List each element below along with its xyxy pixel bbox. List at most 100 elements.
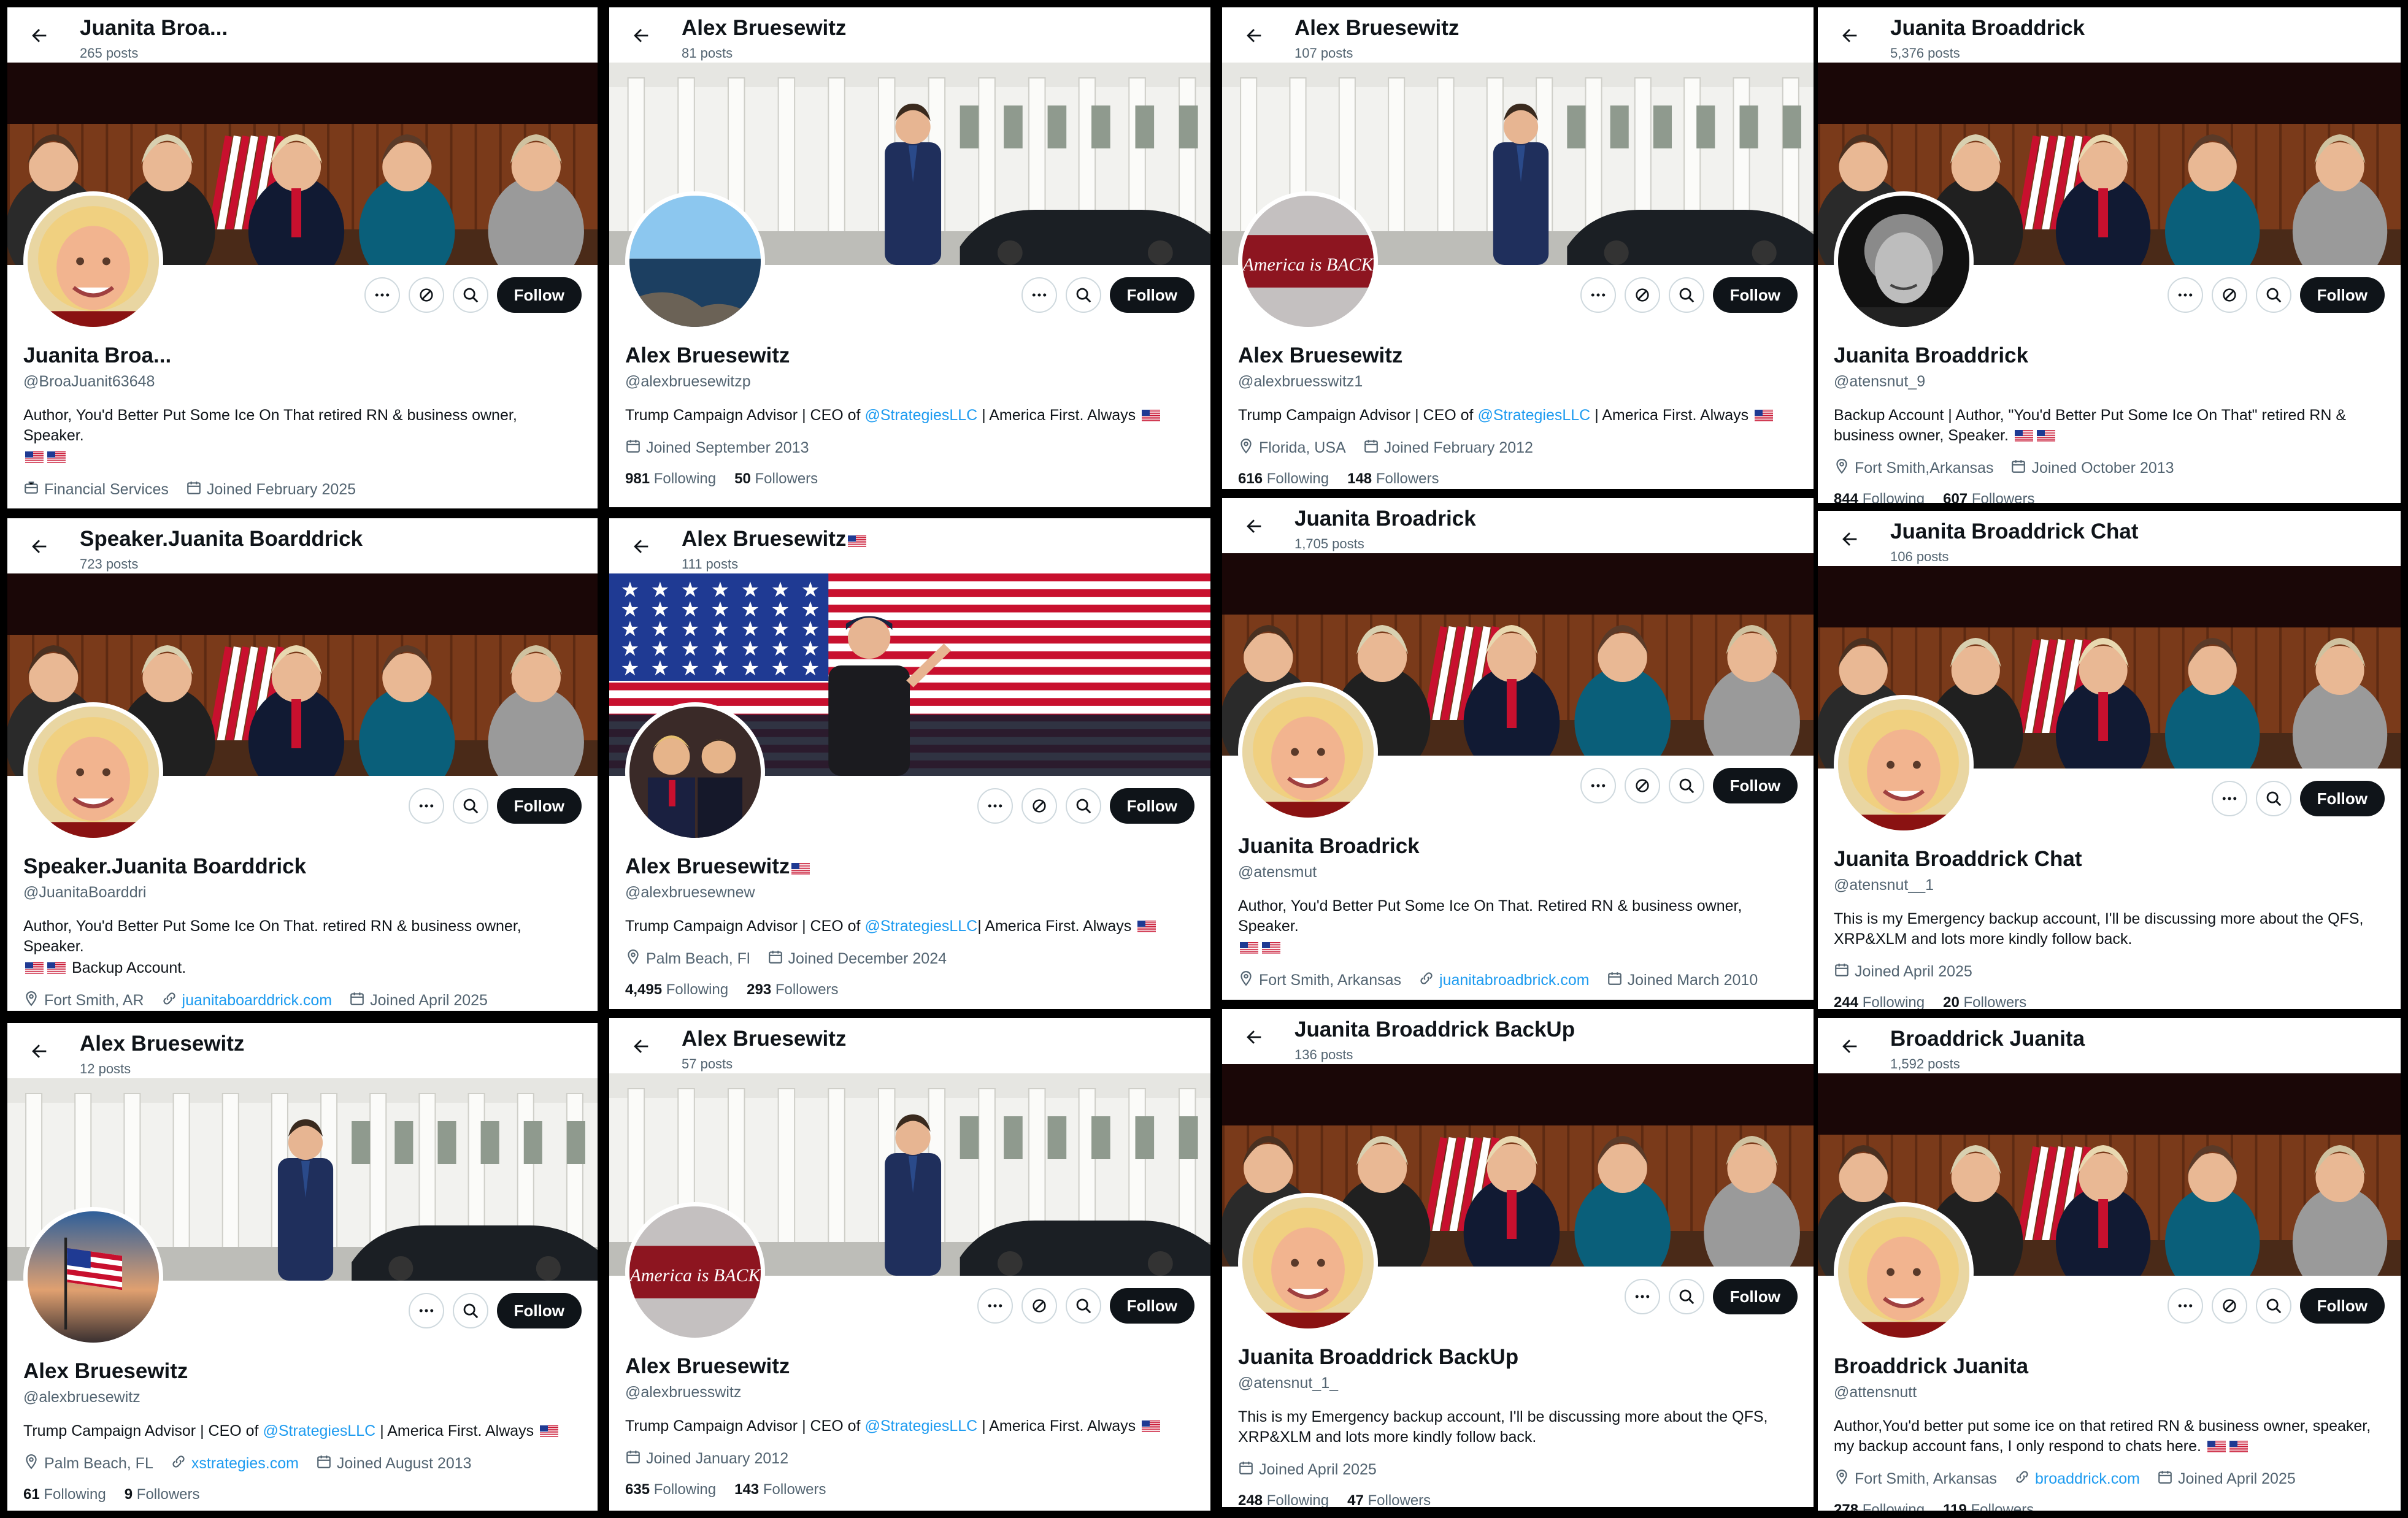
follow-button[interactable]: Follow <box>2299 781 2385 816</box>
profile-avatar[interactable] <box>1834 191 1974 331</box>
grok-button[interactable] <box>1624 277 1660 313</box>
profile-avatar[interactable] <box>23 1207 163 1347</box>
more-options-button[interactable] <box>1580 768 1616 803</box>
follow-button[interactable]: Follow <box>1712 768 1798 803</box>
bio-mention-link[interactable]: @StrategiesLLC <box>864 407 977 424</box>
follow-button[interactable]: Follow <box>496 277 582 313</box>
following-count[interactable]: 4,495 Following <box>625 981 728 999</box>
more-options-button[interactable] <box>2167 1288 2203 1324</box>
header-title-text: Alex Bruesewitz <box>682 527 847 551</box>
search-posts-button[interactable] <box>452 1293 488 1328</box>
back-arrow-icon[interactable] <box>1835 524 1864 554</box>
search-posts-button[interactable] <box>452 788 488 824</box>
more-options-button[interactable] <box>2167 277 2203 313</box>
follow-button[interactable]: Follow <box>1712 277 1798 313</box>
following-count[interactable]: 616 Following <box>1238 470 1329 488</box>
search-posts-button[interactable] <box>452 277 488 313</box>
search-posts-button[interactable] <box>2255 277 2291 313</box>
grok-button[interactable] <box>1021 1288 1057 1324</box>
back-arrow-icon[interactable] <box>1239 21 1269 50</box>
search-posts-button[interactable] <box>2255 781 2291 816</box>
grok-button[interactable] <box>408 277 444 313</box>
follow-button[interactable]: Follow <box>2299 1288 2385 1324</box>
profile-avatar[interactable] <box>625 191 765 331</box>
following-count[interactable]: 61 Following <box>23 1486 106 1503</box>
search-posts-button[interactable] <box>1065 788 1101 824</box>
back-arrow-icon[interactable] <box>626 532 656 561</box>
profile-avatar[interactable]: America is BACK <box>1238 191 1378 331</box>
bio-mention-link[interactable]: @StrategiesLLC <box>864 1417 977 1435</box>
follow-button[interactable]: Follow <box>1109 1288 1194 1324</box>
follow-button[interactable]: Follow <box>2299 277 2385 313</box>
more-options-button[interactable] <box>977 1288 1013 1324</box>
followers-count[interactable]: 47 Followers <box>1347 1492 1431 1507</box>
bio-mention-link[interactable]: @StrategiesLLC <box>864 918 977 935</box>
profile-avatar[interactable] <box>1238 682 1378 822</box>
more-options-button[interactable] <box>364 277 400 313</box>
website-link[interactable]: broaddrick.com <box>2014 1469 2140 1489</box>
follow-button[interactable]: Follow <box>1109 277 1194 313</box>
profile-bio: Trump Campaign Advisor | CEO of @Strateg… <box>1238 405 1798 426</box>
grok-button[interactable] <box>2211 277 2247 313</box>
website-link[interactable]: juanitaboarddrick.com <box>161 991 332 1011</box>
more-options-button[interactable] <box>408 1293 444 1328</box>
following-count[interactable]: 244 Following <box>1834 994 1925 1009</box>
followers-count[interactable]: 148 Followers <box>1347 470 1439 488</box>
search-posts-button[interactable] <box>1668 768 1704 803</box>
following-count[interactable]: 635 Following <box>625 1481 716 1498</box>
website-link[interactable]: xstrategies.com <box>171 1454 299 1474</box>
follow-button[interactable]: Follow <box>1712 1279 1798 1314</box>
back-arrow-icon[interactable] <box>25 21 54 50</box>
following-count[interactable]: 844 Following <box>1834 491 1925 503</box>
back-arrow-icon[interactable] <box>1835 1032 1864 1061</box>
bio-mention-link[interactable]: @StrategiesLLC <box>1477 407 1590 424</box>
profile-avatar[interactable] <box>1834 1202 1974 1342</box>
display-name-text: Juanita Broaddrick <box>1834 343 2029 367</box>
profile-avatar[interactable] <box>1834 695 1974 835</box>
followers-count[interactable]: 50 Followers <box>734 470 818 488</box>
profile-avatar[interactable] <box>23 702 163 842</box>
more-options-button[interactable] <box>1580 277 1616 313</box>
back-arrow-icon[interactable] <box>25 1037 54 1066</box>
followers-count[interactable]: 20 Followers <box>1943 994 2026 1009</box>
back-arrow-icon[interactable] <box>626 1032 656 1061</box>
profile-avatar[interactable] <box>23 191 163 331</box>
followers-count[interactable]: 293 Followers <box>747 981 838 999</box>
profile-avatar[interactable]: America is BACK <box>625 1202 765 1342</box>
search-posts-button[interactable] <box>2255 1288 2291 1324</box>
followers-count[interactable]: 607 Followers <box>1943 491 2034 503</box>
grok-button[interactable] <box>1624 768 1660 803</box>
follow-button[interactable]: Follow <box>496 1293 582 1328</box>
follow-button[interactable]: Follow <box>1109 788 1194 824</box>
search-posts-button[interactable] <box>1065 277 1101 313</box>
more-options-button[interactable] <box>977 788 1013 824</box>
profile-panel: Alex Bruesewitz 81 posts Follow Alex Bruese… <box>609 7 1210 507</box>
back-arrow-icon[interactable] <box>1835 21 1864 50</box>
search-posts-button[interactable] <box>1065 1288 1101 1324</box>
website-link[interactable]: juanitabroadbrick.com <box>1418 970 1590 991</box>
profile-avatar[interactable] <box>1238 1193 1378 1333</box>
followers-count[interactable]: 119 Followers <box>1943 1501 2034 1511</box>
display-name: Juanita Broaddrick BackUp <box>1238 1345 1798 1370</box>
back-arrow-icon[interactable] <box>626 21 656 50</box>
grok-button[interactable] <box>2211 1288 2247 1324</box>
following-count[interactable]: 248 Following <box>1238 1492 1329 1507</box>
search-posts-button[interactable] <box>1668 1279 1704 1314</box>
more-options-button[interactable] <box>1624 1279 1660 1314</box>
followers-count[interactable]: 9 Followers <box>125 1486 200 1503</box>
more-options-button[interactable] <box>2211 781 2247 816</box>
search-posts-button[interactable] <box>1668 277 1704 313</box>
back-arrow-icon[interactable] <box>1239 1022 1269 1052</box>
more-options-button[interactable] <box>1021 277 1057 313</box>
follow-button[interactable]: Follow <box>496 788 582 824</box>
followers-count[interactable]: 143 Followers <box>734 1481 826 1498</box>
bio-mention-link[interactable]: @StrategiesLLC <box>263 1422 375 1439</box>
following-count[interactable]: 981 Following <box>625 470 716 488</box>
back-arrow-icon[interactable] <box>1239 512 1269 541</box>
more-options-button[interactable] <box>408 788 444 824</box>
profile-avatar[interactable] <box>625 702 765 842</box>
following-count[interactable]: 278 Following <box>1834 1501 1925 1511</box>
grok-button[interactable] <box>1021 788 1057 824</box>
profile-bio: This is my Emergency backup account, I'l… <box>1834 909 2385 949</box>
back-arrow-icon[interactable] <box>25 532 54 561</box>
